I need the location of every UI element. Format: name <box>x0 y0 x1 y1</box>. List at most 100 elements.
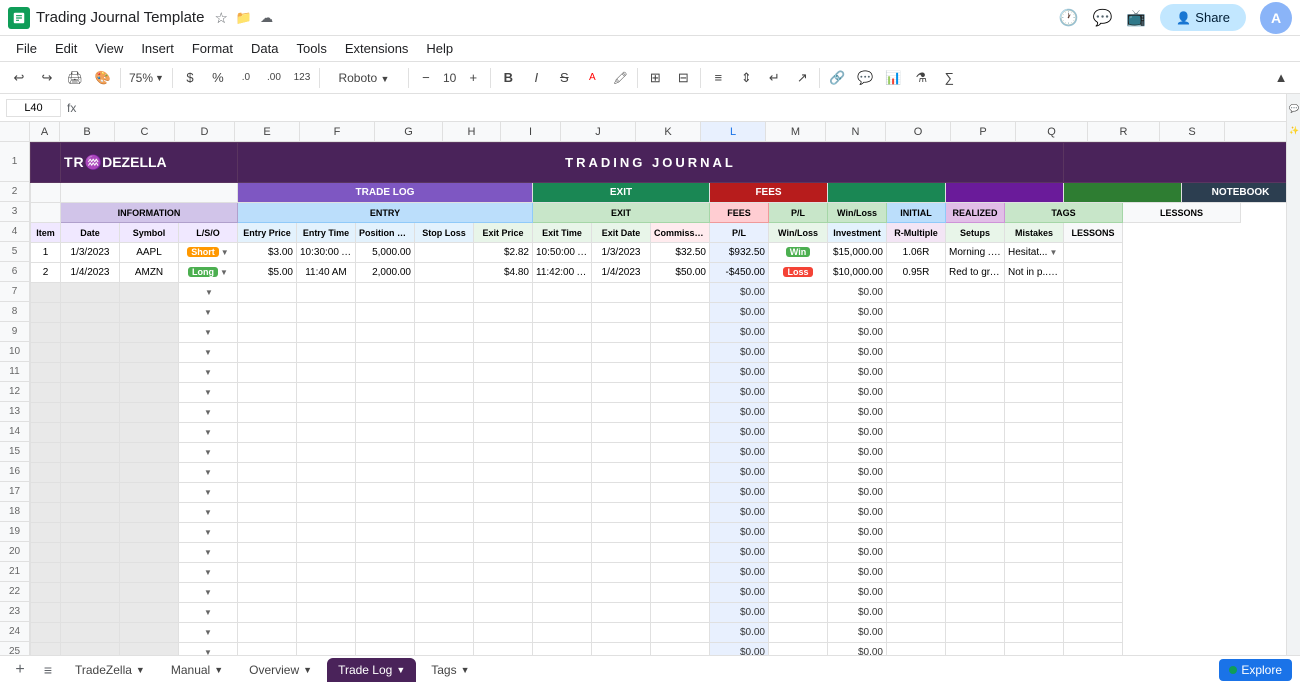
font-increase-button[interactable]: + <box>460 65 486 91</box>
bold-button[interactable]: B <box>495 65 521 91</box>
t2-investment[interactable]: $10,000.00 <box>828 263 887 283</box>
comment-button[interactable]: 💬 <box>852 65 878 91</box>
explore-button[interactable]: Explore <box>1219 659 1292 681</box>
cell-a1[interactable] <box>31 143 61 183</box>
t2-r-multiple[interactable]: 0.95R <box>887 263 946 283</box>
col-k[interactable]: K <box>636 122 701 141</box>
folder-icon[interactable]: 📁 <box>236 10 252 26</box>
t1-mistakes[interactable]: Hesitat...▼ <box>1005 243 1064 263</box>
cell-reference[interactable] <box>6 99 61 117</box>
col-f[interactable]: F <box>300 122 375 141</box>
tab-manual[interactable]: Manual ▼ <box>160 658 234 682</box>
decimal-more-button[interactable]: .00 <box>261 65 287 91</box>
t1-commission[interactable]: $32.50 <box>651 243 710 263</box>
decimal-less-button[interactable]: .0 <box>233 65 259 91</box>
col-o[interactable]: O <box>886 122 951 141</box>
paint-format-button[interactable]: 🎨 <box>90 65 116 91</box>
t1-r-multiple[interactable]: 1.06R <box>887 243 946 263</box>
col-q[interactable]: Q <box>1016 122 1088 141</box>
col-p[interactable]: P <box>951 122 1016 141</box>
t2-entry-price[interactable]: $5.00 <box>238 263 297 283</box>
col-d[interactable]: D <box>175 122 235 141</box>
col-i[interactable]: I <box>501 122 561 141</box>
strikethrough-button[interactable]: S <box>551 65 577 91</box>
t2-winloss[interactable]: Loss <box>769 263 828 283</box>
align-button[interactable]: ≡ <box>705 65 731 91</box>
tab-overview[interactable]: Overview ▼ <box>238 658 323 682</box>
col-n[interactable]: N <box>826 122 886 141</box>
menu-help[interactable]: Help <box>418 39 461 58</box>
font-size-display[interactable]: 10 <box>441 71 458 85</box>
cloud-icon[interactable]: ☁ <box>260 10 273 26</box>
filter-button[interactable]: ⚗ <box>908 65 934 91</box>
t1-lso[interactable]: Short▼ <box>179 243 238 263</box>
menu-file[interactable]: File <box>8 39 45 58</box>
t1-setups[interactable]: Morning ...▼ <box>946 243 1005 263</box>
col-r[interactable]: R <box>1088 122 1160 141</box>
col-a[interactable]: A <box>30 122 60 141</box>
merge-button[interactable]: ⊟ <box>670 65 696 91</box>
menu-extensions[interactable]: Extensions <box>337 39 417 58</box>
t2-setups[interactable]: Red to gr...▼ <box>946 263 1005 283</box>
chart-button[interactable]: 📊 <box>880 65 906 91</box>
menu-view[interactable]: View <box>87 39 131 58</box>
col-h[interactable]: H <box>443 122 501 141</box>
t2-pnl[interactable]: -$450.00 <box>710 263 769 283</box>
currency-button[interactable]: $ <box>177 65 203 91</box>
valign-button[interactable]: ⇕ <box>733 65 759 91</box>
sidebar-comments-icon[interactable]: 💬 <box>1287 98 1300 118</box>
col-c[interactable]: C <box>115 122 175 141</box>
history-icon[interactable]: 🕐 <box>1059 8 1079 28</box>
t1-investment[interactable]: $15,000.00 <box>828 243 887 263</box>
share-button[interactable]: 👤 Share <box>1160 4 1246 31</box>
italic-button[interactable]: I <box>523 65 549 91</box>
t1-lessons[interactable] <box>1064 243 1123 263</box>
tab-tradezella[interactable]: TradeZella ▼ <box>64 658 156 682</box>
menu-data[interactable]: Data <box>243 39 286 58</box>
t2-lso[interactable]: Long▼ <box>179 263 238 283</box>
font-decrease-button[interactable]: − <box>413 65 439 91</box>
zoom-control[interactable]: 75% ▼ <box>125 71 168 85</box>
col-g[interactable]: G <box>375 122 443 141</box>
col-b[interactable]: B <box>60 122 115 141</box>
t2-symbol[interactable]: AMZN <box>120 263 179 283</box>
add-sheet-button[interactable]: + <box>8 658 32 682</box>
menu-tools[interactable]: Tools <box>288 39 334 58</box>
sigma-button[interactable]: ∑ <box>936 65 962 91</box>
undo-button[interactable]: ↩ <box>6 65 32 91</box>
t2-mistakes[interactable]: Not in p...▼ <box>1005 263 1064 283</box>
menu-edit[interactable]: Edit <box>47 39 85 58</box>
col-j[interactable]: J <box>561 122 636 141</box>
t1-exit-date[interactable]: 1/3/2023 <box>592 243 651 263</box>
menu-format[interactable]: Format <box>184 39 241 58</box>
sidebar-ai-icon[interactable]: ✨ <box>1287 120 1300 140</box>
t1-item[interactable]: 1 <box>31 243 61 263</box>
t2-exit-date[interactable]: 1/4/2023 <box>592 263 651 283</box>
font-selector[interactable]: Roboto ▼ <box>324 71 404 85</box>
t2-stop-loss[interactable] <box>415 263 474 283</box>
col-l[interactable]: L <box>701 122 766 141</box>
t2-lessons[interactable] <box>1064 263 1123 283</box>
sheet-menu-button[interactable]: ≡ <box>36 658 60 682</box>
star-icon[interactable]: ☆ <box>214 9 227 27</box>
t1-entry-price[interactable]: $3.00 <box>238 243 297 263</box>
print-button[interactable]: 🖨 <box>62 65 88 91</box>
borders-button[interactable]: ⊞ <box>642 65 668 91</box>
menu-insert[interactable]: Insert <box>133 39 182 58</box>
t2-exit-price[interactable]: $4.80 <box>474 263 533 283</box>
tab-tags[interactable]: Tags ▼ <box>420 658 480 682</box>
t2-item[interactable]: 2 <box>31 263 61 283</box>
percent-button[interactable]: % <box>205 65 231 91</box>
highlight-button[interactable]: 🖍 <box>607 65 633 91</box>
tab-trade-log[interactable]: Trade Log ▼ <box>327 658 416 682</box>
t1-position-size[interactable]: 5,000.00 <box>356 243 415 263</box>
collapse-button[interactable]: ▲ <box>1268 65 1294 91</box>
t1-exit-time[interactable]: 10:50:00 AM <box>533 243 592 263</box>
link-button[interactable]: 🔗 <box>824 65 850 91</box>
t1-pnl[interactable]: $932.50 <box>710 243 769 263</box>
t2-commission[interactable]: $50.00 <box>651 263 710 283</box>
t2-exit-time[interactable]: 11:42:00 AM <box>533 263 592 283</box>
t2-entry-time[interactable]: 11:40 AM <box>297 263 356 283</box>
t1-exit-price[interactable]: $2.82 <box>474 243 533 263</box>
col-e[interactable]: E <box>235 122 300 141</box>
